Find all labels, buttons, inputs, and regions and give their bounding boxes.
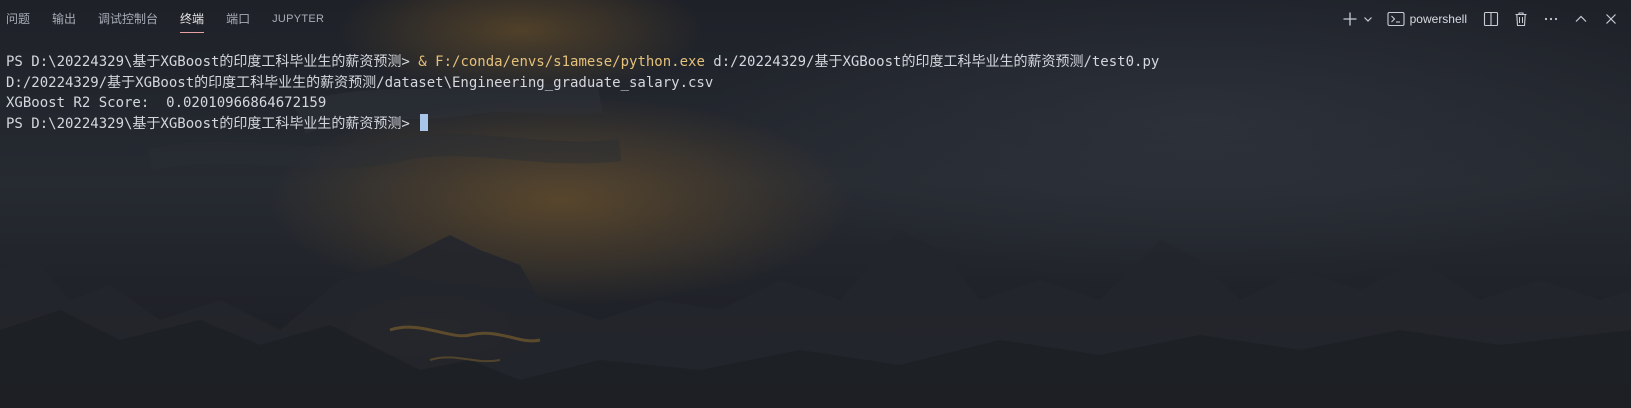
close-icon (1606, 14, 1616, 24)
panel-header: 问题 输出 调试控制台 终端 端口 JUPYTER powershell (0, 0, 1631, 38)
terminal-cursor (420, 113, 429, 131)
terminal-line-prompt: PS D:\20224329\基于XGBoost的印度工科毕业生的薪资预测> (6, 113, 1159, 135)
terminal-prompt: PS D:\20224329\基于XGBoost的印度工科毕业生的薪资预测> (6, 54, 419, 70)
trash-icon (1515, 12, 1527, 27)
terminal-prompt: PS D:\20224329\基于XGBoost的印度工科毕业生的薪资预测> (6, 115, 419, 132)
python-exe-path: F:/conda/envs/s1amese/python.exe (435, 54, 705, 70)
panel-tabs: 问题 输出 调试控制台 终端 端口 JUPYTER (6, 0, 346, 38)
panel-actions: powershell (1341, 0, 1621, 38)
tab-terminal[interactable]: 终端 (180, 0, 205, 38)
chevron-up-icon (1575, 15, 1587, 22)
script-path: d:/20224329/基于XGBoost的印度工科毕业生的薪资预测/test0… (704, 54, 1160, 70)
call-operator: & (418, 54, 436, 70)
close-panel-button[interactable] (1601, 8, 1621, 30)
maximize-panel-button[interactable] (1571, 8, 1591, 30)
split-editor-icon (1483, 11, 1499, 27)
shell-selector[interactable]: powershell (1387, 8, 1467, 30)
terminal-line-dataset-path: D:/20224329/基于XGBoost的印度工科毕业生的薪资预测/datas… (6, 74, 714, 91)
shell-name: powershell (1409, 12, 1467, 26)
new-terminal-button[interactable] (1341, 8, 1359, 30)
plus-icon (1343, 12, 1357, 26)
terminal-line-score: XGBoost R2 Score: 0.020109668646721​59 (6, 95, 327, 111)
tab-ports[interactable]: 端口 (226, 0, 250, 38)
tab-problems[interactable]: 问题 (6, 0, 30, 38)
terminal-icon (1387, 11, 1405, 27)
terminal-line-command: PS D:\20224329\基于XGBoost的印度工科毕业生的薪资预测> &… (6, 52, 1159, 73)
kill-terminal-button[interactable] (1511, 8, 1531, 30)
terminal-profile-dropdown[interactable] (1361, 8, 1375, 30)
tab-jupyter[interactable]: JUPYTER (272, 0, 324, 38)
terminal-output[interactable]: PS D:\20224329\基于XGBoost的印度工科毕业生的薪资预测> &… (6, 52, 1159, 134)
more-actions-button[interactable] (1541, 8, 1561, 30)
tab-output[interactable]: 输出 (52, 0, 76, 38)
tab-debug-console[interactable]: 调试控制台 (98, 0, 158, 38)
chevron-down-icon (1363, 17, 1372, 22)
ellipsis-icon (1544, 17, 1558, 21)
split-terminal-button[interactable] (1481, 8, 1501, 30)
